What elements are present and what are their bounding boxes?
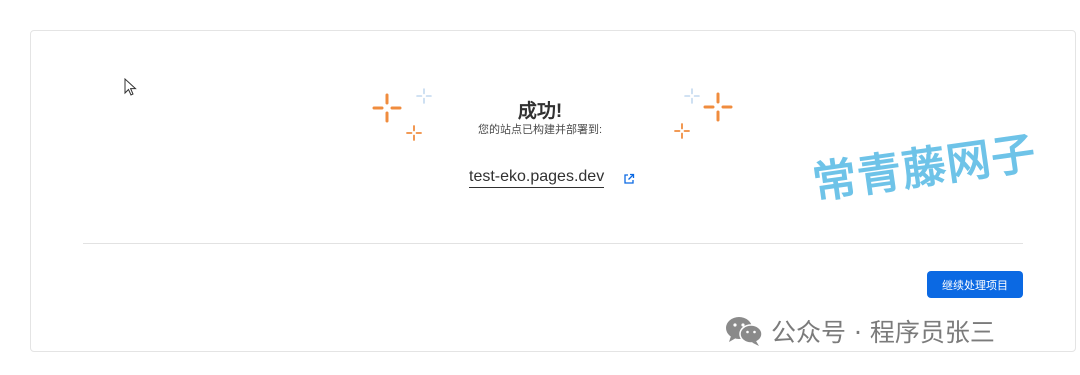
- site-url-link[interactable]: test-eko.pages.dev: [469, 168, 605, 188]
- wechat-caption: 公众号 · 程序员张三: [771, 318, 995, 347]
- section-divider: [83, 243, 1023, 244]
- mouse-pointer-icon: [124, 78, 137, 96]
- wechat-watermark: 公众号 · 程序员张三: [725, 313, 995, 349]
- wechat-icon: [726, 317, 763, 346]
- success-title: 成功!: [517, 101, 563, 122]
- external-link-icon[interactable]: [623, 173, 635, 185]
- continue-project-button[interactable]: 继续处理项目: [927, 271, 1023, 298]
